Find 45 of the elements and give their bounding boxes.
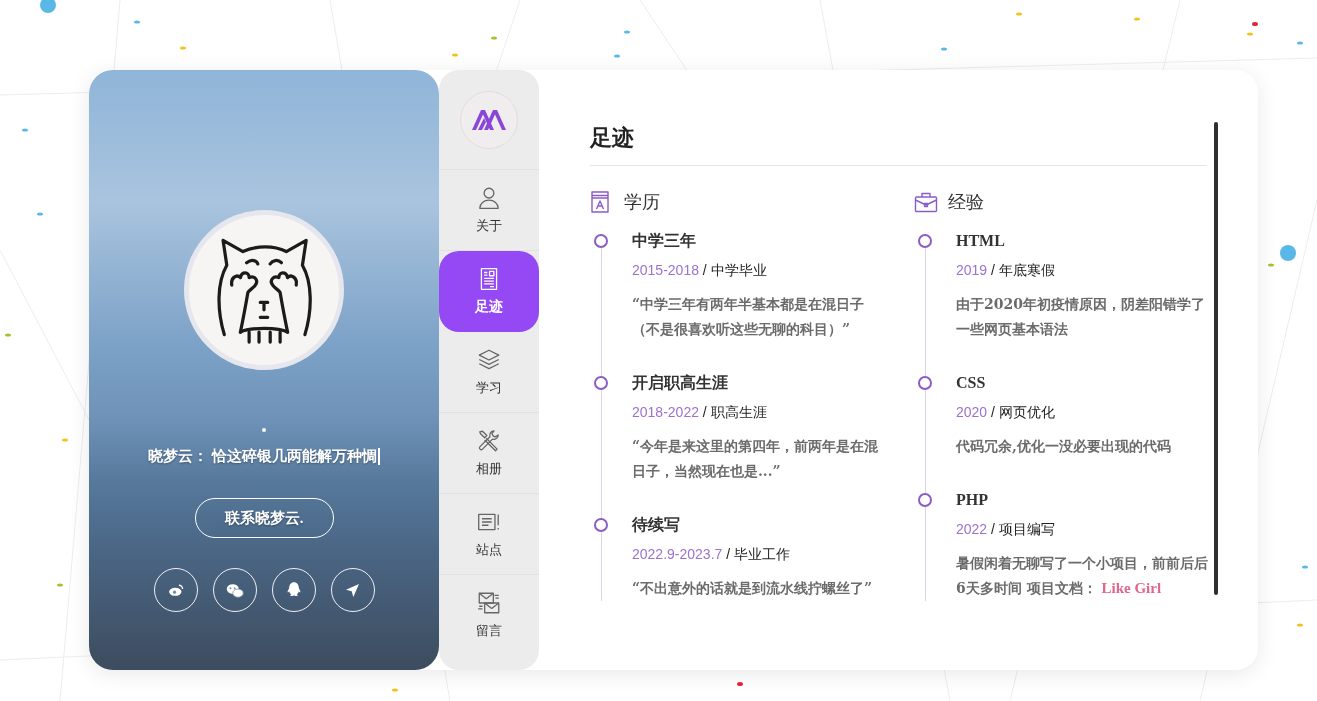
timeline-ring-icon — [594, 518, 608, 532]
entry-description: “不出意外的话就是到流水线拧螺丝了” — [632, 579, 874, 598]
nav-item[interactable]: 相册 — [439, 413, 539, 494]
entry-description: 由于2020年初疫情原因，阴差阳错学了一些网页基本语法 — [956, 295, 1206, 339]
tools-icon — [476, 428, 502, 454]
entry-date: 2019 / 年底寒假 — [956, 261, 1056, 280]
bubble-icon — [40, 0, 56, 13]
timeline-ring-icon — [594, 234, 608, 248]
entry-date: 2015-2018 / 中学毕业 — [632, 261, 768, 280]
book-icon — [590, 190, 610, 214]
nav-item[interactable]: 学习 — [439, 332, 539, 413]
page-title: 足迹 — [590, 124, 635, 152]
entry-description: “今年是来这里的第四年，前两年是在混日子，当然现在也是...” — [632, 437, 880, 481]
penguin-icon — [286, 582, 301, 598]
entry-title: 待续写 — [632, 515, 681, 535]
timeline-ring-icon — [918, 493, 932, 507]
timeline-ring-icon — [918, 376, 932, 390]
entry-title: 开启职高生涯 — [632, 373, 729, 393]
nav-item[interactable]: 足迹 — [439, 251, 539, 332]
scrollbar-thumb[interactable] — [1214, 122, 1218, 595]
timeline-ring-icon — [594, 376, 608, 390]
entry-date: 2022.9-2023.7 / 毕业工作 — [632, 545, 791, 564]
bubble-icon — [1280, 245, 1296, 261]
nav-item[interactable]: 站点 — [439, 494, 539, 575]
entry-title: CSS — [956, 373, 987, 393]
chat-bubbles-icon — [225, 582, 244, 598]
envelopes-icon — [476, 590, 502, 616]
entry-description: 暑假闲着无聊写了一个小项目，前前后后6天多时间 项目文档： Like Girl — [956, 554, 1209, 598]
entry-description: “中学三年有两年半基本都是在混日子（不是很喜欢听这些无聊的科目）” — [632, 295, 866, 339]
section-heading: 经验 — [948, 191, 984, 214]
entry-title: HTML — [956, 231, 1006, 251]
nav-item[interactable]: 留言 — [439, 575, 539, 656]
weibo-icon — [167, 583, 184, 597]
user-icon — [476, 185, 502, 211]
entry-title: 中学三年 — [632, 231, 697, 251]
entry-date: 2022 / 项目编写 — [956, 520, 1056, 539]
motto-text: 晓梦云： 恰这碎银几两能解万种惆 — [148, 447, 378, 466]
briefcase-icon — [914, 191, 938, 213]
navigation-arrow-icon — [346, 583, 359, 597]
entry-date: 2018-2022 / 职高生涯 — [632, 403, 768, 422]
timeline-ring-icon — [918, 234, 932, 248]
section-heading: 学历 — [624, 191, 660, 214]
entry-description: 代码冗余,优化一没必要出现的代码 — [956, 437, 1172, 456]
entry-date: 2020 / 网页优化 — [956, 403, 1056, 422]
entry-title: PHP — [956, 490, 989, 510]
